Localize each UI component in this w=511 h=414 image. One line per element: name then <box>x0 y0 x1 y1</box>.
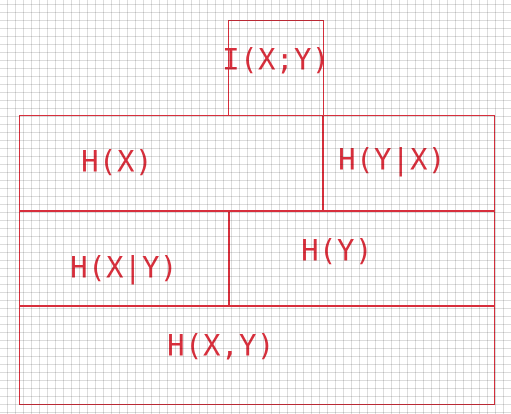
conditional-x-given-y-label: H(X|Y) <box>70 250 178 285</box>
entropy-x-box <box>19 115 324 212</box>
joint-entropy-label: H(X,Y) <box>167 328 275 363</box>
whiteboard-canvas: I(X;Y) H(X) H(Y|X) H(X|Y) H(Y) H(X,Y) <box>0 0 511 414</box>
entropy-y-label: H(Y) <box>301 233 373 268</box>
mutual-information-label: I(X;Y) <box>222 42 330 77</box>
conditional-y-given-x-label: H(Y|X) <box>338 142 446 177</box>
entropy-x-label: H(X) <box>81 144 153 179</box>
